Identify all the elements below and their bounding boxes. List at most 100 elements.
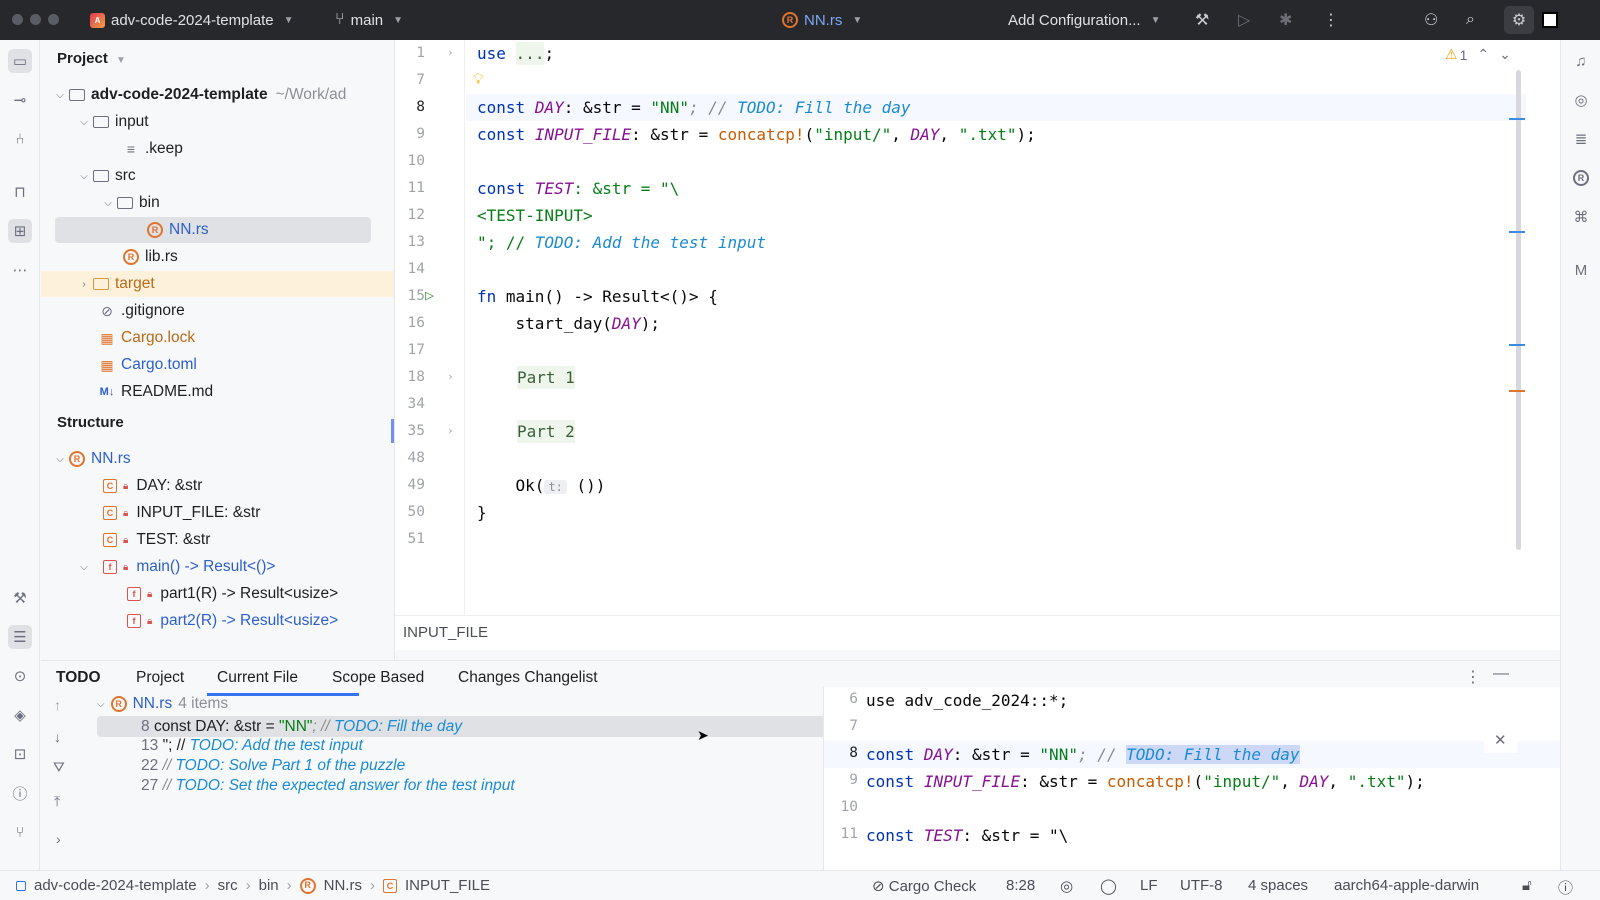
structure-tool-button[interactable]: ⊞ (8, 219, 32, 243)
code-fold-part2[interactable]: Part 2 (517, 418, 575, 445)
editor-scrollbar[interactable] (1516, 70, 1521, 550)
todo-tool-button[interactable]: ☰ (8, 625, 32, 649)
pull-requests-tool-button[interactable]: ⑃ (8, 127, 32, 151)
tab-changes-changelist[interactable]: Changes Changelist (458, 669, 598, 687)
breadcrumb-item[interactable]: NN.rs (324, 877, 362, 894)
structure-item-input-file[interactable]: C 🔒︎ INPUT_FILE: &str (41, 500, 394, 526)
expand-icon[interactable]: › (56, 831, 61, 847)
git-tool-button[interactable]: ⑂ (8, 820, 32, 844)
commit-tool-button[interactable]: ⊸ (8, 88, 32, 112)
problems-tool-button[interactable]: ⓘ (8, 781, 32, 805)
minimize-icon[interactable]: — (1493, 665, 1509, 683)
code-fold-part1[interactable]: Part 1 (517, 364, 575, 391)
services-tool-button[interactable]: ⊙ (8, 664, 32, 688)
structure-item-day[interactable]: C 🔒︎ DAY: &str (41, 473, 394, 499)
ai-assistant-tool-button[interactable]: ◎ (1569, 88, 1593, 112)
debug-button[interactable]: ✱ (1279, 0, 1292, 40)
current-file-switcher[interactable]: R NN.rs ▼ (782, 0, 862, 40)
code-with-me-button[interactable]: ⚇ (1424, 0, 1438, 40)
structure-item-part1[interactable]: f 🔒︎ part1(R) -> Result<usize> (41, 581, 394, 607)
todo-item[interactable]: 13 "; // TODO: Add the test input (141, 737, 363, 755)
tree-item-root[interactable]: ⌵ adv-code-2024-template ~/Work/ad (41, 82, 394, 108)
close-preview-icon[interactable]: ✕ (1484, 727, 1517, 753)
tree-item-input[interactable]: ⌵ input (41, 109, 394, 135)
window-close-dot[interactable] (12, 14, 23, 25)
project-switcher[interactable]: A adv-code-2024-template ▼ (90, 0, 294, 40)
window-zoom-dot[interactable] (48, 14, 59, 25)
tree-item-lib-rs[interactable]: R lib.rs (41, 244, 394, 270)
build-tool-button[interactable]: ⚒ (8, 586, 32, 610)
arrow-down-icon[interactable]: ↓ (54, 729, 61, 745)
fold-toggle-icon[interactable]: › (447, 46, 454, 59)
tree-item-keep[interactable]: ≡ .keep (41, 136, 394, 162)
project-tool-button[interactable]: ▭ (8, 49, 32, 73)
run-configuration-selector[interactable]: Add Configuration... ▼ (1008, 0, 1161, 40)
tree-item-cargo-toml[interactable]: ▦ Cargo.toml (41, 352, 394, 378)
branch-switcher[interactable]: ⑂ main ▼ (335, 0, 403, 40)
caret-position[interactable]: 8:28 (1006, 877, 1035, 894)
breadcrumb-item[interactable]: adv-code-2024-template (34, 877, 197, 894)
bookmarks-tool-button[interactable]: ⊓ (8, 180, 32, 204)
todo-preview-pane[interactable]: 6 7 8 9 10 11 use adv_code_2024::*; cons… (823, 687, 1560, 871)
rust-tool-button[interactable]: R (1569, 166, 1593, 190)
fold-toggle-icon[interactable]: › (447, 424, 454, 437)
tab-scope-based[interactable]: Scope Based (332, 669, 424, 687)
more-vertical-icon[interactable]: ⋮ (1465, 667, 1481, 687)
todo-file-node[interactable]: ⌵ R NN.rs 4 items (97, 695, 228, 713)
tab-current-file[interactable]: Current File (217, 669, 298, 687)
ai-assistant-status-icon[interactable]: ◎ (1060, 877, 1073, 895)
tree-item-nn-rs[interactable]: R NN.rs (55, 217, 371, 243)
fold-toggle-icon[interactable]: › (447, 370, 454, 383)
structure-item-part2[interactable]: f 🔒︎ part2(R) -> Result<usize> (41, 608, 394, 634)
warning-circle-icon[interactable]: ⓘ (1558, 877, 1573, 898)
tab-project[interactable]: Project (136, 669, 184, 687)
breadcrumb-item[interactable]: src (218, 877, 238, 894)
more-tools-button[interactable]: ⋯ (8, 258, 32, 282)
filter-icon[interactable]: ⛛ (53, 759, 65, 776)
rust-target[interactable]: aarch64-apple-darwin (1334, 877, 1479, 894)
layers-tool-button[interactable]: ◈ (8, 703, 32, 727)
tree-item-cargo-lock[interactable]: ▦ Cargo.lock (41, 325, 394, 351)
line-separator[interactable]: LF (1140, 877, 1158, 894)
project-panel-header[interactable]: Project ▼ (57, 50, 126, 67)
tree-item-gitignore[interactable]: ⊘ .gitignore (41, 298, 394, 324)
markdown-tool-button[interactable]: M (1569, 258, 1593, 282)
tree-item-target[interactable]: › target (41, 271, 394, 297)
settings-button[interactable]: ⚙ (1504, 6, 1534, 34)
breadcrumb-item[interactable]: bin (259, 877, 279, 894)
collapse-icon[interactable]: ⤒ (54, 793, 60, 810)
database-tool-button[interactable]: ≣ (1569, 127, 1593, 151)
search-button[interactable]: ⌕ (1466, 0, 1475, 40)
structure-item-file[interactable]: ⌵ R NN.rs (41, 446, 394, 472)
indent-setting[interactable]: 4 spaces (1248, 877, 1308, 894)
tree-item-readme[interactable]: M↓ README.md (41, 379, 394, 405)
chevron-up-icon[interactable]: ⌃ (1477, 46, 1489, 63)
run-configuration-label: Add Configuration... (1008, 11, 1141, 29)
inspection-widget[interactable]: ⚠ 1 ⌃ ⌄ (1445, 46, 1511, 63)
todo-item-selected[interactable]: 8 const DAY: &str = "NN"; // TODO: Fill … (97, 716, 831, 737)
chevron-down-icon[interactable]: ⌄ (1499, 46, 1511, 63)
build-button[interactable]: ⚒ (1195, 0, 1209, 40)
notifications-tool-button[interactable]: ♫ (1569, 49, 1593, 73)
cargo-check-widget[interactable]: ⊘ Cargo Check (872, 877, 976, 895)
run-button[interactable]: ▷ (1238, 0, 1250, 40)
terminal-tool-button[interactable]: ⊡ (8, 742, 32, 766)
code-editor[interactable]: 1 7 8 9 10 11 12 13 14 15 16 17 18 34 35… (391, 40, 1560, 650)
arrow-up-icon[interactable]: ↑ (54, 697, 61, 713)
structure-item-main[interactable]: ⌵ f 🔒︎ main() -> Result<()> (41, 554, 394, 580)
tree-item-bin[interactable]: ⌵ bin (41, 190, 394, 216)
lightbulb-icon[interactable]: 💡︎ (473, 70, 484, 88)
more-actions-button[interactable]: ⋮ (1323, 0, 1339, 40)
editor-breadcrumb[interactable]: INPUT_FILE (403, 624, 488, 641)
python-tool-button[interactable]: ⌘ (1569, 205, 1593, 229)
file-encoding[interactable]: UTF-8 (1180, 877, 1223, 894)
todo-item[interactable]: 22 // TODO: Solve Part 1 of the puzzle (141, 757, 405, 775)
breadcrumb-item[interactable]: INPUT_FILE (405, 877, 490, 894)
power-save-icon[interactable]: ◯ (1100, 877, 1117, 895)
window-minimize-dot[interactable] (30, 14, 41, 25)
tree-item-src[interactable]: ⌵ src (41, 163, 394, 189)
unlock-icon[interactable]: 🔓︎ (1522, 877, 1532, 894)
run-gutter-icon[interactable]: ▷ (425, 286, 434, 304)
todo-item[interactable]: 27 // TODO: Set the expected answer for … (141, 777, 515, 795)
structure-item-test[interactable]: C 🔒︎ TEST: &str (41, 527, 394, 553)
